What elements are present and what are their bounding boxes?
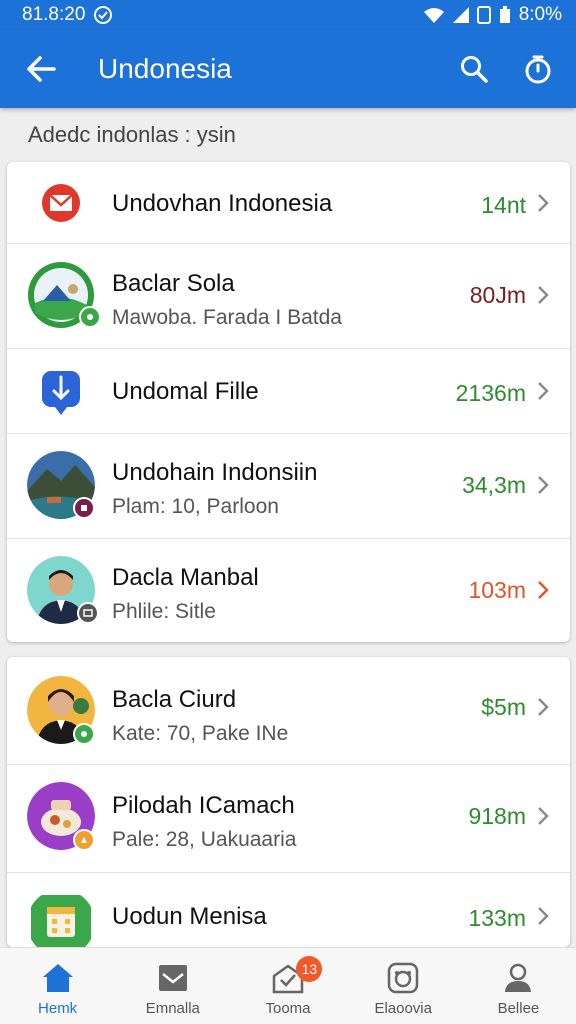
- list-item[interactable]: Undomal Fille 2136m: [7, 349, 570, 434]
- signal-icon: [452, 7, 469, 23]
- nav-email[interactable]: Emnalla: [115, 948, 230, 1024]
- download-icon: [42, 371, 80, 415]
- list-item[interactable]: Baclar Sola Mawoba. Farada I Batda 80Jm: [7, 244, 570, 349]
- list-item[interactable]: Dacla Manbal Phlile: Sitle 103m: [7, 539, 570, 642]
- item-title: Undohain Indonsiin: [112, 459, 318, 486]
- item-subtitle: Phlile: Sitle: [112, 600, 216, 623]
- mail-icon: [158, 965, 187, 991]
- calendar-icon: [31, 895, 91, 947]
- profile-icon: [505, 963, 532, 992]
- item-value: 80Jm: [469, 282, 526, 308]
- sim-icon: [476, 6, 491, 24]
- mail-icon: [42, 184, 80, 222]
- status-badge: [79, 306, 101, 328]
- item-subtitle: Kate: 70, Pake INe: [112, 722, 289, 745]
- notification-badge: 13: [296, 956, 323, 982]
- item-subtitle: Mawoba. Farada I Batda: [112, 306, 342, 329]
- timer-icon: [525, 55, 551, 84]
- status-badge: [73, 497, 95, 519]
- arrow-left-icon: [27, 56, 56, 82]
- nav-camera[interactable]: Elaoovia: [346, 948, 461, 1024]
- chevron-right-icon: [538, 807, 549, 825]
- notification-icon: [94, 6, 113, 24]
- chevron-right-icon: [538, 476, 549, 494]
- chevron-right-icon: [538, 194, 549, 212]
- bottom-navigation: Hemk Emnalla 13 Tooma Elaoovia Bellee: [0, 947, 576, 1024]
- nav-label: Tooma: [265, 1000, 311, 1017]
- status-bar: 81.8:20 8:0%: [0, 0, 576, 30]
- battery-level: 8:0%: [518, 4, 562, 25]
- nav-label: Bellee: [497, 1000, 540, 1017]
- item-value: 103m: [468, 577, 526, 603]
- list-item[interactable]: Undovhan Indonesia 14nt: [7, 162, 570, 244]
- chevron-right-icon: [538, 698, 549, 716]
- page-title: Undonesia: [98, 53, 232, 84]
- item-title: Pilodah ICamach: [112, 792, 295, 819]
- nav-profile[interactable]: Bellee: [461, 948, 576, 1024]
- nav-home[interactable]: Hemk: [0, 948, 115, 1024]
- chevron-right-icon: [538, 581, 549, 599]
- nav-inbox[interactable]: 13 Tooma: [230, 948, 345, 1024]
- list-item[interactable]: Uodun Menisa 133m: [7, 873, 570, 947]
- list-item[interactable]: Bacla Ciurd Kate: 70, Pake INe $5m: [7, 657, 570, 765]
- item-title: Undovhan Indonesia: [112, 190, 333, 217]
- chevron-right-icon: [538, 907, 549, 925]
- item-value: $5m: [481, 694, 526, 720]
- nav-label: Elaoovia: [374, 1000, 432, 1017]
- item-value: 34,3m: [462, 472, 526, 498]
- item-value: 918m: [468, 803, 526, 829]
- list-item[interactable]: Undohain Indonsiin Plam: 10, Parloon 34,…: [7, 434, 570, 539]
- item-subtitle: Plam: 10, Parloon: [112, 495, 279, 518]
- status-time: 81.8:20: [22, 4, 86, 25]
- wifi-icon: [423, 8, 444, 23]
- item-title: Dacla Manbal: [112, 564, 259, 591]
- status-badge: [73, 723, 95, 745]
- item-title: Uodun Menisa: [112, 903, 267, 930]
- list-item[interactable]: Pilodah ICamach Pale: 28, Uakuaaria 918m: [7, 765, 570, 873]
- home-icon: [42, 964, 73, 992]
- nav-label: Hemk: [38, 1000, 78, 1017]
- item-title: Bacla Ciurd: [112, 686, 237, 713]
- item-title: Baclar Sola: [112, 270, 235, 297]
- results-card-1: Undovhan Indonesia 14nt Baclar Sola Mawo…: [7, 162, 570, 642]
- chevron-right-icon: [538, 286, 549, 304]
- status-badge: [73, 829, 95, 851]
- chevron-right-icon: [538, 382, 549, 400]
- status-badge: [77, 602, 99, 624]
- battery-icon: [499, 6, 510, 23]
- search-button[interactable]: [442, 37, 506, 101]
- section-header: Adedc indonlas : ysin: [28, 122, 236, 147]
- results-card-2: Bacla Ciurd Kate: 70, Pake INe $5m Pilod…: [7, 657, 570, 947]
- nav-label: Emnalla: [145, 1000, 200, 1017]
- item-title: Undomal Fille: [112, 378, 259, 405]
- camera-icon: [387, 962, 419, 994]
- app-bar: Undonesia: [0, 30, 576, 108]
- item-value: 2136m: [455, 380, 526, 406]
- back-button[interactable]: [6, 30, 76, 108]
- item-value: 14nt: [481, 192, 526, 218]
- timer-button[interactable]: [506, 37, 570, 101]
- item-value: 133m: [468, 905, 526, 931]
- item-subtitle: Pale: 28, Uakuaaria: [112, 828, 297, 851]
- search-icon: [461, 56, 488, 83]
